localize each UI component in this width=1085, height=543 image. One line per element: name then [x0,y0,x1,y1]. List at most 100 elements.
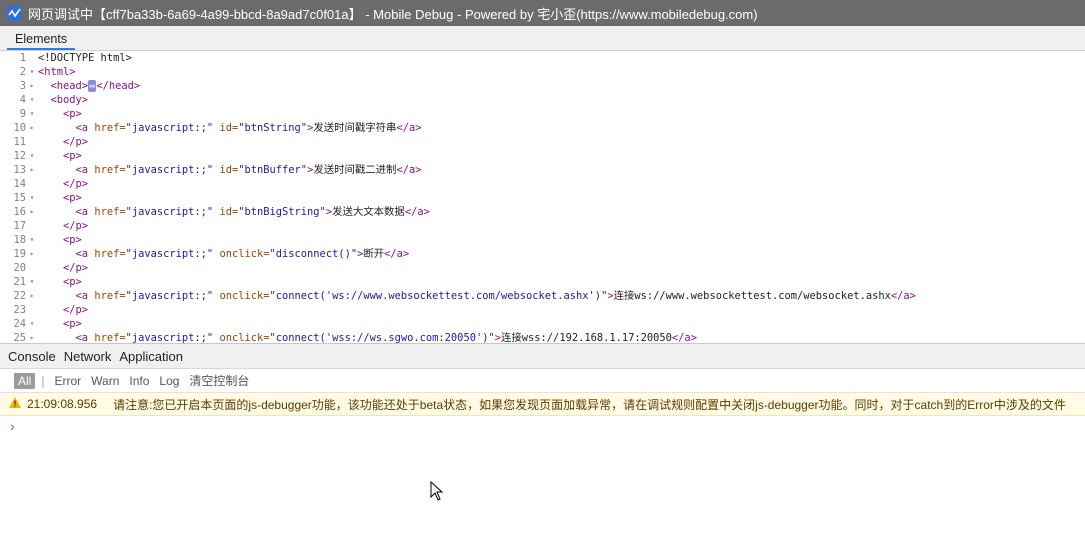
line-number: 21 [13,276,26,288]
expand-arrow-icon[interactable]: ▾ [26,317,38,331]
filter-separator: | [41,373,45,388]
code-line[interactable]: 2 ▾ <html> [0,65,1085,79]
elements-code-view[interactable]: 1 <!DOCTYPE html> 2 ▾ <html> 3 ▸ <head>↔</head… [0,51,1085,343]
expand-arrow-icon[interactable] [26,51,38,65]
line-number: 2 [19,66,26,78]
code-line[interactable]: 15 ▾ <p> [0,191,1085,205]
code-token: href= [94,206,126,218]
code-token: "btnBigString" [238,206,326,218]
code-line[interactable]: 17 </p> [0,219,1085,233]
code-line[interactable]: 23 </p> [0,303,1085,317]
code-token: <head> [50,80,89,92]
code-token: </a> [396,122,422,134]
code-token: href= [94,290,126,302]
expand-arrow-icon[interactable]: ▸ [26,289,38,303]
code-line[interactable]: 25 ▸ <a href="javascript:;" onclick="conn… [0,331,1085,343]
code-line[interactable]: 24 ▾ <p> [0,317,1085,331]
code-line[interactable]: 20 </p> [0,261,1085,275]
code-line[interactable]: 19 ▸ <a href="javascript:;" onclick="disc… [0,247,1085,261]
code-line[interactable]: 12 ▾ <p> [0,149,1085,163]
code-line[interactable]: 1 <!DOCTYPE html> [0,51,1085,65]
line-number: 19 [13,248,26,260]
expand-arrow-icon[interactable]: ▾ [26,149,38,163]
filter-all[interactable]: All [14,372,36,389]
code-token: "javascript:;" [125,164,214,176]
log-message: 请注意:您已开启本页面的js-debugger功能，该功能还处于beta状态，如… [113,397,1066,412]
expand-arrow-icon[interactable]: ▾ [26,275,38,289]
code-token: <p> [63,234,82,246]
code-line[interactable]: 21 ▾ <p> [0,275,1085,289]
expand-arrow-icon[interactable] [26,219,38,233]
expand-arrow-icon[interactable]: ▸ [26,163,38,177]
code-line[interactable]: 4 ▾ <body> [0,93,1085,107]
expand-arrow-icon[interactable]: ▾ [26,191,38,205]
expand-arrow-icon[interactable] [26,135,38,149]
tab-elements[interactable]: Elements [7,32,76,50]
code-line[interactable]: 16 ▸ <a href="javascript:;" id="btnBigStr… [0,205,1085,219]
expand-arrow-icon[interactable]: ▾ [26,107,38,121]
line-number: 25 [13,332,26,343]
expand-arrow-icon[interactable]: ▾ [26,93,38,107]
code-token: </p> [63,136,89,148]
code-token: href= [94,248,126,260]
tab-console[interactable]: Console [4,349,60,364]
filter-info[interactable]: Info [129,374,149,388]
code-text: <a href="javascript:;" onclick="connect(… [38,331,697,343]
code-token: <body> [50,94,89,106]
code-token: <a [75,122,95,134]
expand-arrow-icon[interactable] [26,261,38,275]
code-line[interactable]: 3 ▸ <head>↔</head> [0,79,1085,93]
filter-warn[interactable]: Warn [91,374,119,388]
expand-arrow-icon[interactable]: ▾ [26,65,38,79]
code-text: </p> [38,135,88,149]
code-token: </a> [396,164,422,176]
expand-arrow-icon[interactable]: ▸ [26,331,38,343]
code-token: "javascript:;" [125,332,214,343]
expand-arrow-icon[interactable]: ▸ [26,247,38,261]
code-token: "btnBuffer" [238,164,308,176]
code-text: <body> [38,93,89,107]
console-input[interactable]: › [0,416,1085,436]
console-log-row: 21:09:08.956 请注意:您已开启本页面的js-debugger功能，该… [0,393,1085,416]
code-line[interactable]: 18 ▾ <p> [0,233,1085,247]
code-line[interactable]: 11 </p> [0,135,1085,149]
code-token: </a> [384,248,410,260]
code-token: 连接ws://www.websockettest.com/websocket.a… [613,290,891,302]
expand-arrow-icon[interactable]: ▸ [26,205,38,219]
code-token: 发送大文本数据 [332,206,405,218]
window-title: 网页调试中【cff7ba33b-6a69-4a99-bbcd-8a9ad7c0f… [28,6,758,22]
code-line[interactable]: 14 </p> [0,177,1085,191]
line-number: 1 [19,52,26,64]
code-line[interactable]: 22 ▸ <a href="javascript:;" onclick="conn… [0,289,1085,303]
expand-arrow-icon[interactable] [26,177,38,191]
clear-console-button[interactable]: 清空控制台 [189,372,249,389]
tab-application[interactable]: Application [115,349,187,364]
line-number: 20 [13,262,26,274]
code-line[interactable]: 13 ▸ <a href="javascript:;" id="btnBuffer… [0,163,1085,177]
filter-log[interactable]: Log [159,374,179,388]
expand-arrow-icon[interactable]: ▾ [26,233,38,247]
code-text: <p> [38,191,82,205]
code-text: <p> [38,149,82,163]
code-text: <head>↔</head> [38,79,140,93]
code-text: <p> [38,275,82,289]
expand-arrow-icon[interactable]: ▸ [26,79,38,93]
line-number: 9 [19,108,26,120]
code-line[interactable]: 9 ▾ <p> [0,107,1085,121]
tab-network[interactable]: Network [60,349,116,364]
code-line[interactable]: 10 ▸ <a href="javascript:;" id="btnString… [0,121,1085,135]
filter-error[interactable]: Error [54,374,81,388]
code-token: "javascript:;" [125,248,214,260]
expand-arrow-icon[interactable]: ▸ [26,121,38,135]
code-token: 发送时间戳二进制 [313,164,397,176]
code-text: </p> [38,303,88,317]
code-token: <!DOCTYPE html> [38,52,132,64]
code-token: <a [75,164,95,176]
expand-arrow-icon[interactable] [26,303,38,317]
